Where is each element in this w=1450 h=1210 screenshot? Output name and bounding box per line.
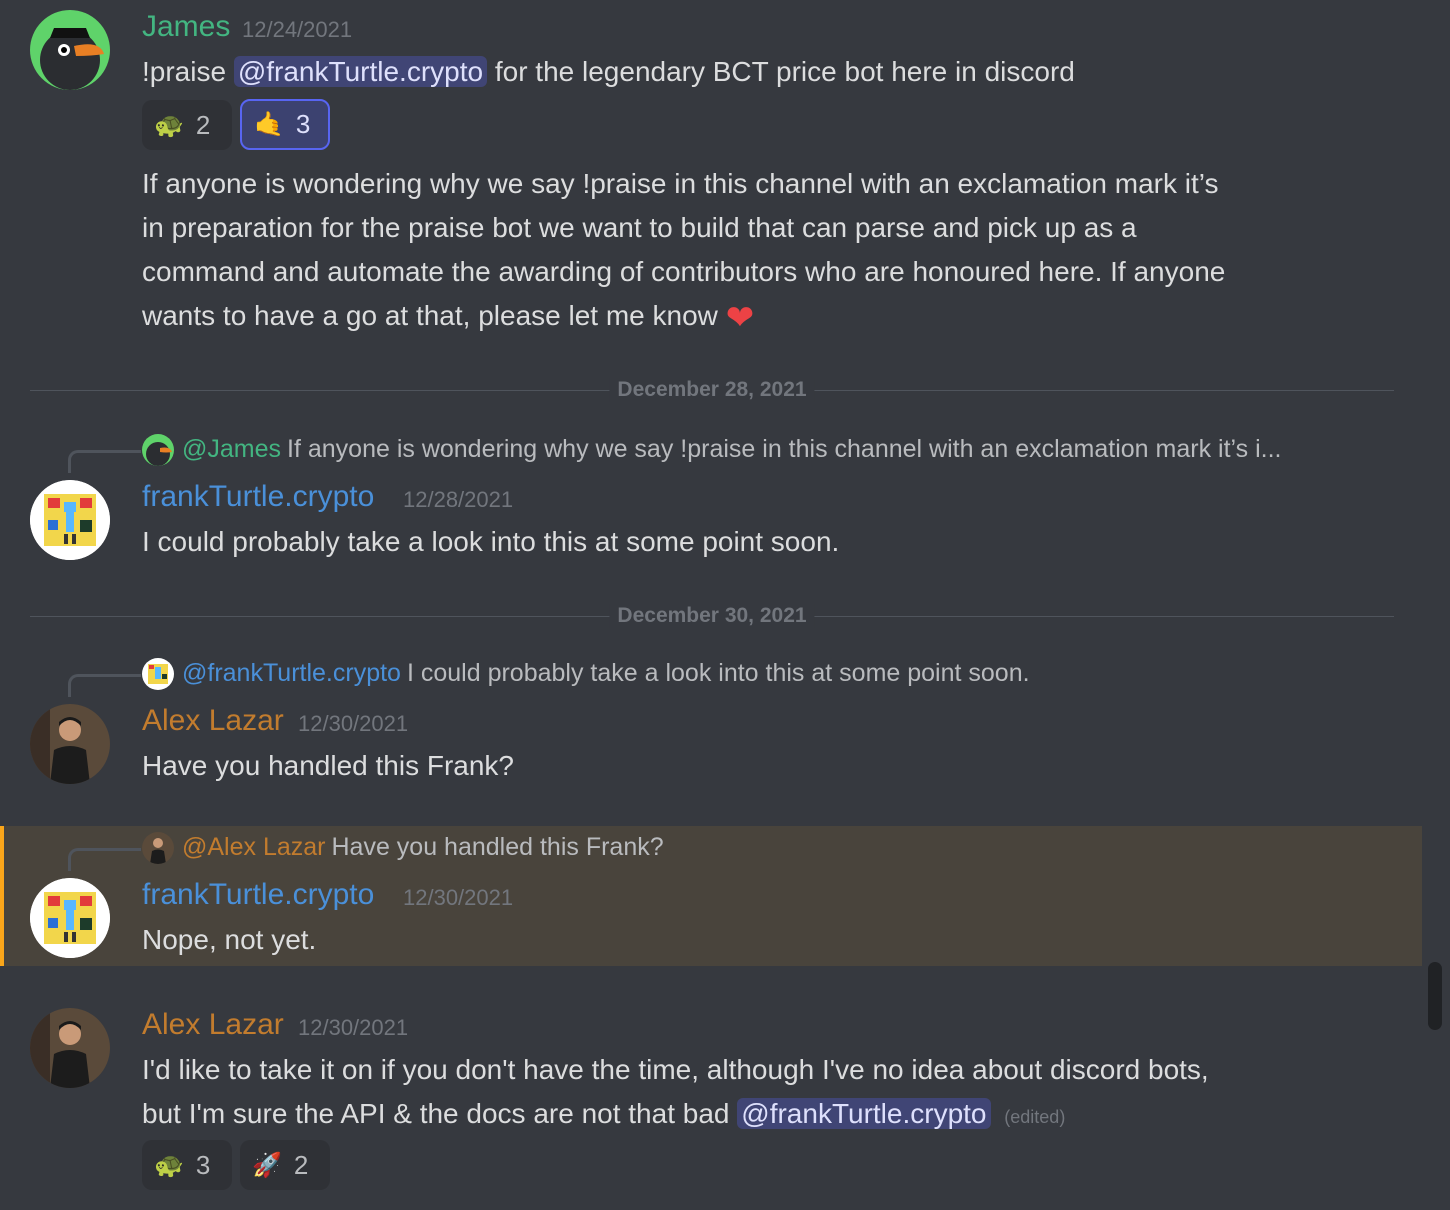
message-content: I'd like to take it on if you don't have… (142, 1054, 1209, 1085)
frank-mini-avatar (142, 658, 174, 690)
reply-spine (68, 848, 141, 871)
user-mention[interactable]: @frankTurtle.crypto (737, 1098, 991, 1129)
message-text: wants to have a go at that, please let m… (142, 300, 718, 331)
message-timestamp: 12/30/2021 (403, 885, 514, 910)
call-me-hand-icon: 🤙 (254, 111, 284, 138)
reaction-turtle[interactable]: 🐢 2 (142, 100, 232, 150)
rocket-icon: 🚀 (252, 1151, 282, 1179)
reply-author[interactable]: @James (182, 435, 281, 463)
reaction-count: 2 (195, 109, 211, 140)
author-name[interactable]: James (142, 10, 230, 44)
reaction-rocket[interactable]: 🚀 2 (240, 1140, 330, 1190)
message-paragraph-line: in preparation for the praise bot we wan… (142, 212, 1137, 243)
message-content: I could probably take a look into this a… (142, 526, 840, 557)
reaction-count: 3 (195, 1149, 211, 1180)
reply-spine (68, 674, 141, 697)
reply-author[interactable]: @Alex Lazar (182, 833, 326, 861)
message-content: Nope, not yet. (142, 924, 317, 955)
message-paragraph-line: If anyone is wondering why we say !prais… (142, 168, 1219, 199)
message-content: but I'm sure the API & the docs are not … (142, 1092, 1065, 1139)
author-name[interactable]: frankTurtle.crypto (142, 878, 374, 912)
reaction-turtle[interactable]: 🐢 3 (142, 1140, 232, 1190)
turtle-icon: 🐢 (154, 111, 184, 139)
edited-marker: (edited) (1004, 1107, 1066, 1127)
alex-avatar[interactable] (30, 704, 110, 784)
reply-preview[interactable]: @frankTurtle.crypto I could probably take… (182, 659, 1030, 688)
message-content: !praise @frankTurtle.crypto for the lege… (142, 50, 1075, 94)
message-timestamp: 12/30/2021 (298, 1015, 409, 1040)
heart-icon: ❤ (725, 299, 755, 337)
user-mention[interactable]: @frankTurtle.crypto (233, 56, 488, 87)
reply-excerpt: If anyone is wondering why we say !prais… (287, 435, 1282, 463)
message-paragraph-line: command and automate the awarding of con… (142, 256, 1226, 287)
turtle-icon: 🐢 (154, 1151, 184, 1179)
alex-avatar[interactable] (30, 1008, 110, 1088)
reply-spine (68, 450, 141, 473)
message-text: but I'm sure the API & the docs are not … (142, 1098, 738, 1129)
frank-avatar[interactable] (30, 480, 110, 560)
author-name[interactable]: frankTurtle.crypto (142, 480, 374, 514)
message-paragraph-line: wants to have a go at that, please let m… (142, 294, 754, 340)
james-mini-avatar (142, 434, 174, 466)
reaction-call-me-hand[interactable]: 🤙 3 (240, 99, 330, 150)
message-text: for the legendary BCT price bot here in … (487, 56, 1075, 87)
reply-excerpt: Have you handled this Frank? (331, 833, 664, 861)
message-timestamp: 12/28/2021 (403, 487, 514, 512)
frank-avatar[interactable] (30, 878, 110, 958)
author-name[interactable]: Alex Lazar (142, 1008, 284, 1042)
message-timestamp: 12/24/2021 (242, 17, 353, 42)
author-name[interactable]: Alex Lazar (142, 704, 284, 738)
reaction-count: 2 (293, 1149, 309, 1180)
james-avatar[interactable] (30, 10, 110, 90)
date-divider-label: December 30, 2021 (609, 604, 815, 628)
alex-mini-avatar (142, 832, 174, 864)
reply-excerpt: I could probably take a look into this a… (406, 659, 1030, 687)
reaction-count: 3 (295, 109, 311, 139)
message-text: !praise (142, 56, 234, 87)
date-divider-label: December 28, 2021 (609, 378, 815, 402)
reply-author[interactable]: @frankTurtle.crypto (182, 659, 401, 687)
message-content: Have you handled this Frank? (142, 750, 514, 781)
message-timestamp: 12/30/2021 (298, 711, 409, 736)
reply-preview[interactable]: @Alex Lazar Have you handled this Frank? (182, 833, 664, 862)
scrollbar-thumb[interactable] (1428, 962, 1442, 1030)
reply-preview[interactable]: @James If anyone is wondering why we say … (182, 435, 1281, 464)
